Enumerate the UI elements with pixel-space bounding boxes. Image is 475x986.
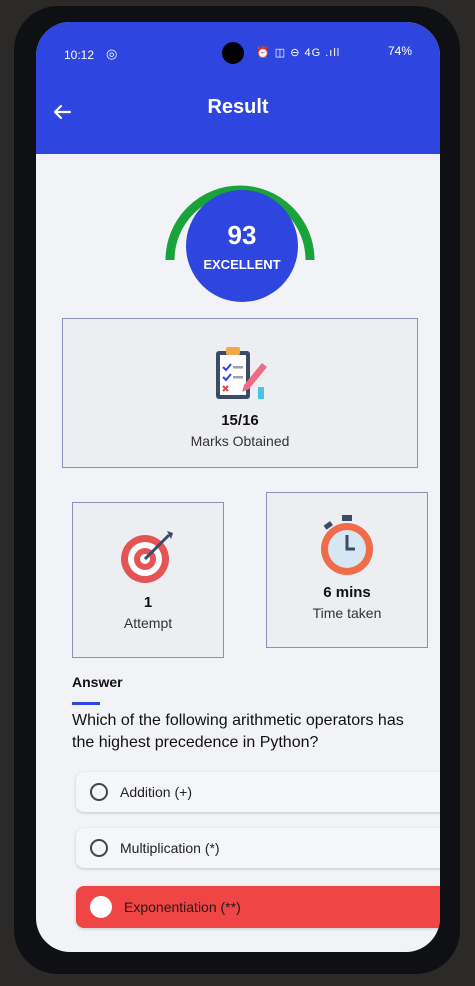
attempt-value: 1 [143,594,153,611]
status-bar: 10:12 ◎ ⏰ ◫ ⊖ 4G .ıll 74% [36,22,440,64]
network-indicators: ⏰ ◫ ⊖ 4G .ıll [256,47,341,59]
option-multiplication[interactable]: Multiplication (*) [76,828,440,868]
question-text: Which of the following arithmetic operat… [72,712,404,751]
time-card: 6 mins Time taken [266,492,428,648]
score-circle: 93 EXCELLENT [186,190,298,302]
attempt-caption: Attempt [123,615,173,631]
option-label: Multiplication (*) [120,840,220,856]
target-icon [73,527,223,590]
option-label: Addition (+) [120,784,192,800]
radio-selected-icon[interactable] [90,896,112,918]
status-time: 10:12 [64,48,95,62]
marks-value: 15/16 [221,412,259,429]
battery-level: 74% [387,44,412,58]
page-title: Result [207,96,269,118]
stopwatch-icon [267,513,427,582]
section-underline [72,702,100,705]
marks-card: 15/16 Marks Obtained [62,318,418,468]
camera-hole [222,42,244,64]
time-caption: Time taken [312,605,382,621]
whatsapp-icon: ◎ [106,46,118,61]
attempt-card: 1 Attempt [72,502,224,658]
radio-unselected-icon[interactable] [90,783,108,801]
option-exponentiation[interactable]: Exponentiation (**) [76,886,440,928]
phone-frame: 10:12 ◎ ⏰ ◫ ⊖ 4G .ıll 74% Result 93 EXCE… [14,6,460,974]
option-label: Exponentiation (**) [124,899,241,915]
app-screen: 10:12 ◎ ⏰ ◫ ⊖ 4G .ıll 74% Result 93 EXCE… [36,22,440,952]
marks-caption: Marks Obtained [190,433,290,449]
app-header: 10:12 ◎ ⏰ ◫ ⊖ 4G .ıll 74% Result [36,22,440,154]
option-addition[interactable]: Addition (+) [76,772,440,812]
clipboard-checklist-icon [63,345,417,410]
signal-text: 4G .ıll [304,47,341,59]
score-value: 93 [227,220,257,250]
time-value: 6 mins [323,584,371,601]
score-label: EXCELLENT [203,257,281,272]
answer-section-label: Answer [72,674,123,690]
radio-unselected-icon[interactable] [90,839,108,857]
